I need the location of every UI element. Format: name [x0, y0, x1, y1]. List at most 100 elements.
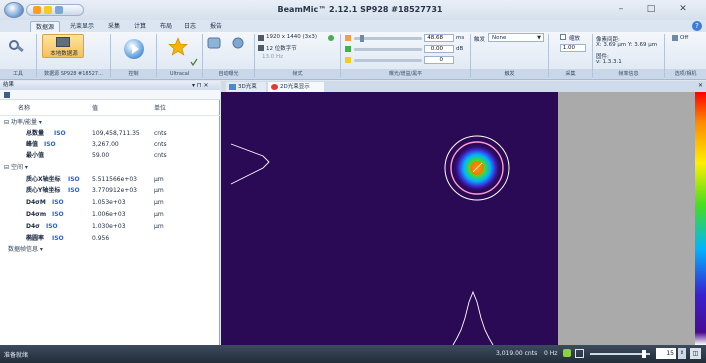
quick-access-toolbar[interactable]	[26, 4, 84, 16]
status-counts: 3,019.00 cnts	[496, 350, 538, 357]
black-level-slider[interactable]	[354, 59, 422, 62]
exposure-slider[interactable]	[354, 35, 422, 42]
beam-spot	[444, 135, 510, 201]
result-unit-cx: μm	[154, 176, 164, 183]
zoom-slider[interactable]	[590, 350, 650, 358]
category-spatial[interactable]: ⊟ 空间 ▾	[4, 162, 28, 173]
tab-report[interactable]: 报告	[206, 21, 226, 32]
group-label-tools: 工具	[0, 69, 36, 79]
app-menu-orb[interactable]	[4, 2, 24, 18]
tab-log[interactable]: 日志	[180, 21, 200, 32]
result-unit-peak: cnts	[154, 141, 167, 148]
beammic-window: BeamMic™ 2.12.1 SP928 #18527731 – □ ✕ 数据…	[0, 0, 706, 363]
play-button[interactable]	[124, 39, 144, 59]
scale-input[interactable]: 1.00	[560, 44, 586, 52]
result-value-cx: 5.511566e+03	[92, 176, 137, 183]
status-bar: 准备就绪 3,019.00 cnts 0 Hz 15 ⇕ ◫	[0, 345, 706, 363]
exposure-icon	[345, 35, 351, 41]
gain-icon	[345, 46, 351, 52]
scale-label: 缩放	[569, 36, 581, 42]
scale-checkbox[interactable]	[560, 34, 566, 40]
tab-compute[interactable]: 计算	[130, 21, 150, 32]
group-label-autoexposure: 自动曝光	[203, 69, 254, 79]
zoom-input[interactable]: 15	[656, 348, 676, 359]
group-label-frame: 帧式	[255, 69, 340, 79]
gain-input[interactable]: 0.00	[424, 45, 454, 53]
fit-view-button[interactable]: ◫	[690, 348, 701, 359]
group-label-datasource: 数据源 SP928 #18527...	[37, 69, 110, 79]
gain-unit: dB	[456, 46, 464, 52]
group-label-control: 控制	[111, 69, 156, 79]
zoom-stepper[interactable]: ⇕	[678, 348, 686, 359]
quick-save-icon[interactable]	[33, 6, 41, 14]
result-name-cy: 质心Y轴坐标	[26, 187, 61, 194]
chevron-down-icon: ▼	[537, 35, 541, 41]
results-toolbar	[0, 90, 220, 100]
column-header-name[interactable]: 名称	[18, 103, 30, 114]
quick-settings-icon[interactable]	[55, 6, 63, 14]
options-icon	[672, 35, 678, 41]
color-scale-bar	[695, 92, 706, 345]
result-unit-d4sm-minor: μm	[154, 211, 164, 218]
tab-layout[interactable]: 布局	[156, 21, 176, 32]
auto-setup-icon[interactable]	[206, 36, 222, 50]
local-source-label: 本地数据源	[50, 51, 78, 57]
resolution-value[interactable]: 1920 x 1440 (3x3)	[266, 34, 326, 40]
maximize-button[interactable]: □	[640, 3, 662, 16]
off-toggle[interactable]: Off	[680, 35, 688, 41]
result-value-d4sm-major: 1.053e+03	[92, 199, 126, 206]
tab-capture[interactable]: 采集	[104, 21, 124, 32]
3d-beam-icon	[229, 84, 236, 90]
result-unit-total: cnts	[154, 130, 167, 137]
category-frame-info[interactable]: 数据帧信息 ▾	[8, 244, 43, 255]
close-button[interactable]: ✕	[672, 3, 694, 16]
iso-badge: ISO	[68, 187, 80, 194]
result-value-cy: 3.770912e+03	[92, 187, 137, 194]
result-unit-d4sm-major: μm	[154, 199, 164, 206]
group-label-capture: 采集	[549, 69, 592, 79]
trigger-label: 触发	[474, 37, 486, 43]
iso-badge: ISO	[52, 211, 64, 218]
trigger-select[interactable]: None ▼	[488, 33, 544, 42]
black-level-icon	[345, 57, 351, 63]
tools-icon[interactable]	[8, 38, 26, 56]
result-value-d4sm-minor: 1.006e+03	[92, 211, 126, 218]
quick-open-icon[interactable]	[44, 6, 52, 14]
help-icon[interactable]: ?	[692, 21, 702, 31]
result-value-peak: 3,267.00	[92, 141, 119, 148]
auto-exposure-icon[interactable]	[230, 36, 246, 50]
group-label-options: 选项/相机	[665, 69, 706, 79]
category-power[interactable]: ⊟ 功率/能量 ▾	[4, 117, 42, 128]
black-level-input[interactable]: 0	[424, 56, 454, 64]
column-header-value[interactable]: 值	[92, 103, 98, 114]
gain-slider[interactable]	[354, 48, 422, 51]
result-value-ellipticity: 0.956	[92, 235, 110, 242]
exposure-unit: ms	[456, 35, 465, 41]
column-header-unit[interactable]: 单位	[154, 103, 166, 114]
camera-icon	[56, 37, 70, 47]
beam-display-canvas[interactable]	[221, 92, 558, 345]
close-display-icon[interactable]: ✕	[698, 82, 703, 89]
panel-pin-icon[interactable]: ▾ ⊓ ✕	[192, 82, 209, 89]
ultracal-star-icon[interactable]	[168, 37, 188, 57]
group-label-trigger: 触发	[471, 69, 548, 79]
minimize-button[interactable]: –	[610, 3, 632, 16]
tab-datasource[interactable]: 数据源	[30, 21, 60, 32]
resolution-icon	[258, 35, 264, 41]
status-ready: 准备就绪	[4, 352, 29, 359]
local-source-button[interactable]: 本地数据源	[42, 34, 84, 58]
results-panel-title: 结果	[3, 82, 15, 88]
result-unit-cy: μm	[154, 187, 164, 194]
resolution-status-icon	[328, 35, 334, 41]
bits-value[interactable]: 12 位数字节	[266, 44, 316, 52]
exposure-input[interactable]: 48.68	[424, 34, 454, 42]
horizontal-profile	[230, 143, 270, 185]
result-name-cx: 质心X轴坐标	[26, 176, 61, 183]
result-unit-d4s: μm	[154, 223, 164, 230]
view-toggle-icon[interactable]	[575, 349, 584, 358]
group-label-frameinfo: 帧率信息	[593, 69, 664, 79]
settings-icon[interactable]	[4, 92, 10, 98]
tab-beam-display[interactable]: 光束显示	[64, 21, 100, 32]
header-divider	[0, 115, 220, 116]
iso-badge: ISO	[68, 176, 80, 183]
